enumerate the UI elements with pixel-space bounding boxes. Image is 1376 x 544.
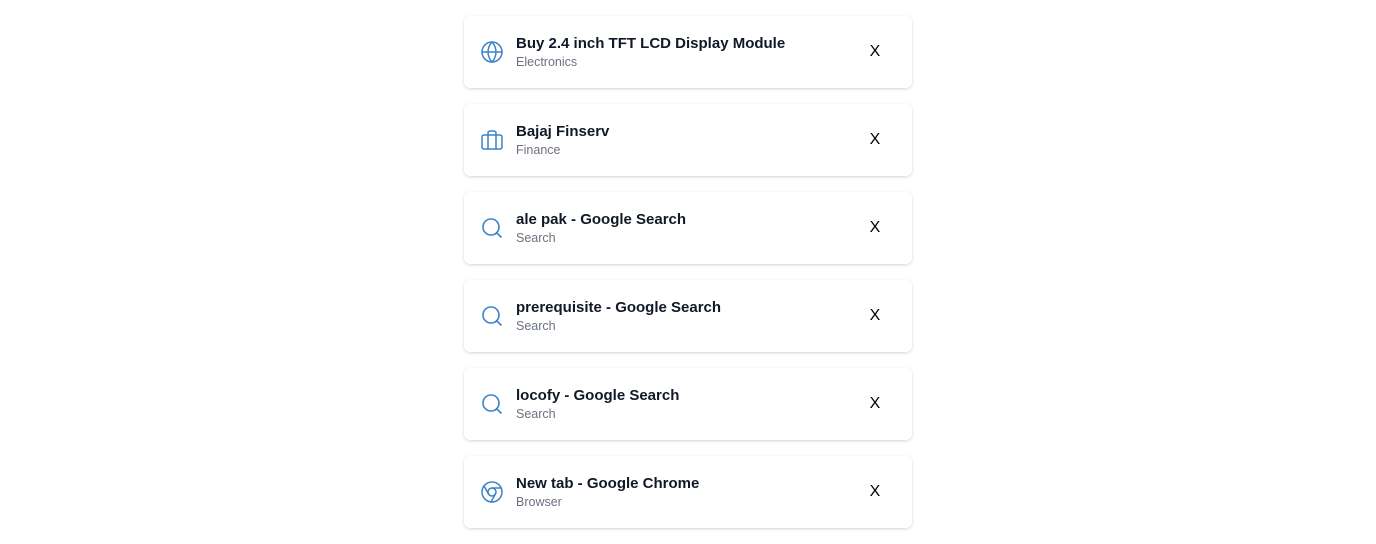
item-text: Bajaj Finserv Finance	[516, 123, 609, 158]
item-title: Buy 2.4 inch TFT LCD Display Module	[516, 35, 786, 52]
list-item[interactable]: Bajaj Finserv Finance X	[464, 104, 912, 176]
search-icon	[480, 392, 504, 416]
item-text: New tab - Google Chrome Browser	[516, 475, 699, 510]
item-category: Search	[516, 407, 556, 421]
search-icon	[480, 216, 504, 240]
briefcase-icon	[480, 128, 504, 152]
list-item[interactable]: prerequisite - Google Search Search X	[464, 280, 912, 352]
remove-button[interactable]: X	[868, 218, 882, 238]
item-category: Browser	[516, 495, 562, 509]
item-category: Electronics	[516, 55, 578, 69]
item-title: prerequisite - Google Search	[516, 299, 722, 316]
item-title: New tab - Google Chrome	[516, 475, 700, 492]
remove-button[interactable]: X	[868, 394, 882, 414]
globe-icon	[480, 40, 504, 64]
item-title: ale pak - Google Search	[516, 211, 687, 228]
remove-button[interactable]: X	[868, 130, 882, 150]
item-text: prerequisite - Google Search Search	[516, 299, 721, 334]
search-icon	[480, 304, 504, 328]
item-text: locofy - Google Search Search	[516, 387, 679, 422]
list-item[interactable]: New tab - Google Chrome Browser X	[464, 456, 912, 528]
chrome-icon	[480, 480, 504, 504]
recent-items-list: Buy 2.4 inch TFT LCD Display Module Elec…	[464, 16, 912, 544]
item-category: Search	[516, 231, 556, 245]
remove-button[interactable]: X	[868, 306, 882, 326]
remove-button[interactable]: X	[868, 482, 882, 502]
list-item[interactable]: Buy 2.4 inch TFT LCD Display Module Elec…	[464, 16, 912, 88]
list-item[interactable]: locofy - Google Search Search X	[464, 368, 912, 440]
item-text: ale pak - Google Search Search	[516, 211, 686, 246]
item-category: Finance	[516, 143, 561, 157]
remove-button[interactable]: X	[868, 42, 882, 62]
item-title: Bajaj Finserv	[516, 123, 610, 140]
list-item[interactable]: ale pak - Google Search Search X	[464, 192, 912, 264]
item-text: Buy 2.4 inch TFT LCD Display Module Elec…	[516, 35, 785, 70]
item-category: Search	[516, 319, 556, 333]
item-title: locofy - Google Search	[516, 387, 680, 404]
